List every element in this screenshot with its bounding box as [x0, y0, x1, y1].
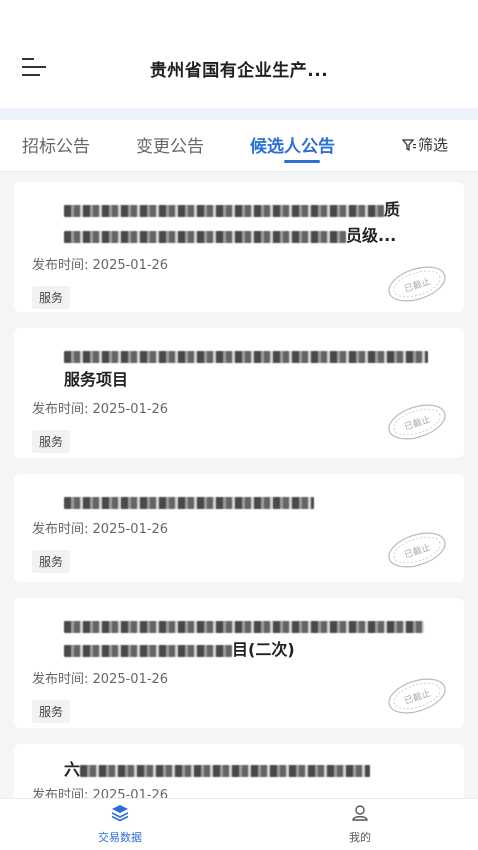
category-tag: 服务	[32, 700, 71, 723]
redacted-text	[64, 620, 424, 633]
header-divider	[0, 108, 478, 120]
tab-candidate-notice[interactable]: 候选人公告	[250, 132, 335, 157]
category-tag: 服务	[32, 286, 71, 309]
closed-stamp-icon: 已截止	[388, 532, 446, 568]
card-title	[64, 490, 444, 514]
tab-change-notice[interactable]: 变更公告	[136, 132, 204, 157]
closed-stamp-icon: 已截止	[388, 678, 446, 714]
card-title	[64, 614, 444, 638]
publish-date: 发布时间: 2025-01-26	[32, 402, 169, 417]
category-tag: 服务	[32, 430, 71, 453]
redacted-text	[80, 764, 371, 777]
card-title: 六	[64, 758, 444, 782]
redacted-text	[64, 644, 232, 657]
nav-mine-label: 我的	[349, 831, 371, 844]
redacted-text	[64, 204, 384, 217]
top-bar: 贵州省国有企业生产...	[0, 0, 478, 108]
list-item[interactable]: 目(二次) 发布时间: 2025-01-26 服务 已截止	[14, 598, 464, 728]
nav-trade-data[interactable]: 交易数据	[80, 803, 160, 845]
card-title: 目(二次)	[64, 638, 444, 662]
publish-date: 发布时间: 2025-01-26	[32, 672, 169, 687]
tab-bar: 招标公告 变更公告 候选人公告 筛选	[0, 120, 478, 172]
card-title: 员级...	[64, 224, 444, 248]
nav-trade-data-label: 交易数据	[98, 831, 142, 844]
layers-icon	[111, 805, 129, 822]
nav-mine[interactable]: 我的	[320, 803, 400, 845]
list-item[interactable]: 服务项目 发布时间: 2025-01-26 服务 已截止	[14, 328, 464, 458]
filter-label: 筛选	[417, 136, 448, 154]
active-tab-indicator	[284, 160, 320, 163]
page-title: 贵州省国有企业生产...	[149, 61, 329, 81]
list-item[interactable]: 发布时间: 2025-01-26 服务 已截止	[14, 474, 464, 582]
redacted-text	[64, 350, 428, 363]
list-item[interactable]: 质 员级... 发布时间: 2025-01-26 服务 已截止	[14, 182, 464, 312]
list-item[interactable]: 六 发布时间: 2025-01-26	[14, 744, 464, 798]
announcement-list: 质 员级... 发布时间: 2025-01-26 服务 已截止 服务项目 发布时…	[0, 176, 478, 798]
tab-bidding-notice[interactable]: 招标公告	[22, 132, 90, 157]
redacted-text	[64, 496, 314, 509]
card-title: 服务项目	[64, 370, 129, 389]
category-tag: 服务	[32, 550, 71, 573]
filter-icon	[401, 139, 416, 152]
user-icon	[352, 805, 368, 821]
card-title: 质	[64, 198, 444, 222]
closed-stamp-icon: 已截止	[388, 266, 446, 302]
publish-date: 发布时间: 2025-01-26	[32, 522, 169, 537]
closed-stamp-icon: 已截止	[388, 404, 446, 440]
publish-date: 发布时间: 2025-01-26	[32, 258, 169, 273]
publish-date: 发布时间: 2025-01-26	[32, 788, 169, 798]
filter-button[interactable]: 筛选	[401, 134, 448, 155]
redacted-text	[64, 230, 346, 243]
card-title	[64, 344, 444, 368]
bottom-nav: 交易数据 我的	[0, 798, 478, 850]
